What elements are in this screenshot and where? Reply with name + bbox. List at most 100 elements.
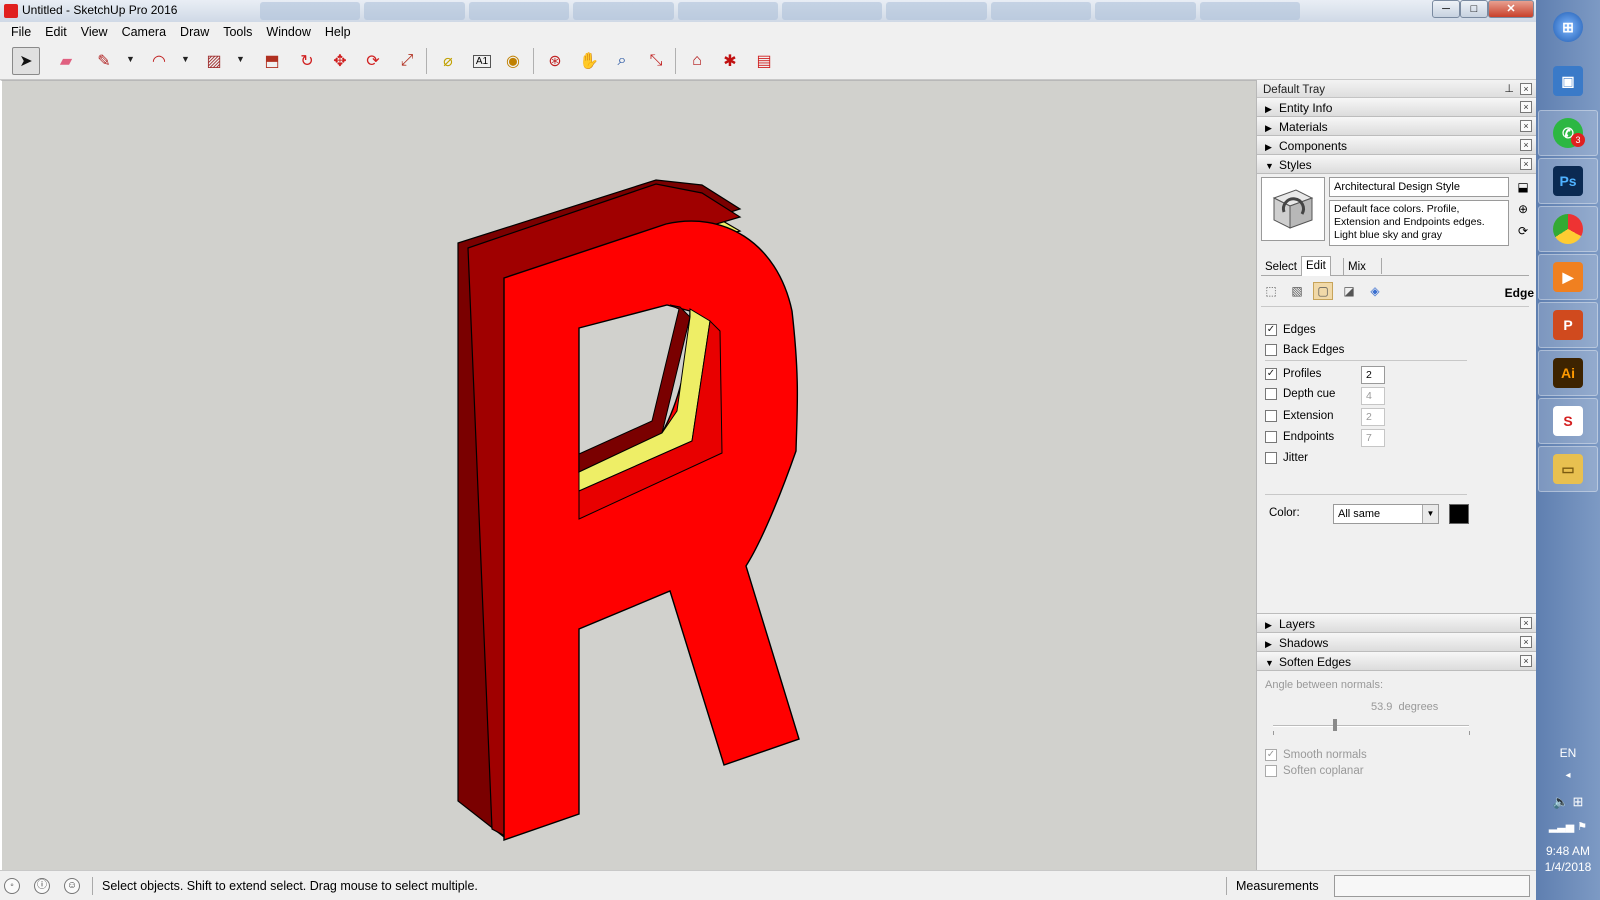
clock-time[interactable]: 9:48 AM [1536, 844, 1600, 858]
rotate-tool[interactable]: ⟳ [359, 47, 387, 75]
tape-measure-tool[interactable]: ⌀ [434, 47, 462, 75]
option-back-edges[interactable]: Back Edges [1265, 344, 1344, 356]
close-icon[interactable]: × [1520, 139, 1532, 151]
panel-shadows[interactable]: ▶ Shadows × [1257, 633, 1536, 652]
menu-edit[interactable]: Edit [38, 25, 74, 39]
angle-slider-track[interactable] [1273, 725, 1469, 727]
taskbar-powerpoint[interactable]: P [1538, 302, 1598, 348]
push-pull-tool[interactable]: ⬒ [258, 47, 286, 75]
style-name-field[interactable]: Architectural Design Style [1329, 177, 1509, 197]
close-icon[interactable]: × [1520, 120, 1532, 132]
close-icon[interactable]: × [1520, 617, 1532, 629]
chevron-down-icon[interactable]: ▼ [181, 54, 190, 64]
checkbox-smooth-normals[interactable]: ✓ [1265, 749, 1277, 761]
style-description-field[interactable]: Default face colors. Profile, Extension … [1329, 200, 1509, 246]
network-icon[interactable]: ▂▃▅ ⚑ [1536, 820, 1600, 833]
drawing-viewport[interactable] [0, 80, 1256, 870]
checkbox-endpoints[interactable] [1265, 431, 1277, 443]
tab-edit[interactable]: Edit [1301, 256, 1331, 276]
pencil-tool[interactable]: ✎ [90, 47, 118, 75]
geo-location-icon[interactable]: ◦ [4, 878, 20, 894]
clock-date[interactable]: 1/4/2018 [1536, 860, 1600, 874]
option-profiles[interactable]: ✓ Profiles [1265, 368, 1321, 380]
checkbox-depth-cue[interactable] [1265, 388, 1277, 400]
paint-bucket-tool[interactable]: ◉ [499, 47, 527, 75]
tray-close-button[interactable]: × [1520, 83, 1532, 95]
menu-help[interactable]: Help [318, 25, 358, 39]
close-button[interactable]: ✕ [1488, 0, 1534, 18]
offset-tool[interactable]: ↻ [293, 47, 321, 75]
create-style-icon[interactable]: ⊕ [1515, 202, 1531, 216]
system-tray-icons[interactable]: 🔈 ⊞ [1536, 794, 1600, 810]
taskbar-computer[interactable]: ▣ [1538, 58, 1598, 104]
select-tool[interactable]: ➤ [12, 47, 40, 75]
panel-materials[interactable]: ▶ Materials × [1257, 117, 1536, 136]
update-style-icon[interactable]: ⟳ [1515, 224, 1531, 238]
taskbar-photoshop[interactable]: Ps [1538, 158, 1598, 204]
orbit-tool[interactable]: ⊛ [541, 47, 569, 75]
measurements-input[interactable] [1334, 875, 1530, 897]
option-soften-coplanar[interactable]: Soften coplanar [1265, 765, 1364, 777]
eraser-tool[interactable]: ▰ [52, 47, 80, 75]
move-tool[interactable]: ✥ [326, 47, 354, 75]
pan-tool[interactable]: ✋ [575, 47, 603, 75]
panel-components[interactable]: ▶ Components × [1257, 136, 1536, 155]
taskbar-whatsapp[interactable]: ✆ 3 [1538, 110, 1598, 156]
option-edges[interactable]: ✓ Edges [1265, 324, 1316, 336]
credits-icon[interactable]: ⓘ [34, 878, 50, 894]
depth-cue-input[interactable]: 4 [1361, 387, 1385, 405]
panel-styles[interactable]: ▼ Styles × [1257, 155, 1536, 174]
user-account-icon[interactable]: ☺ [64, 878, 80, 894]
taskbar-file-explorer[interactable]: ▭ [1538, 446, 1598, 492]
3d-warehouse-button[interactable]: ⌂ [683, 47, 711, 75]
taskbar-sketchup[interactable]: S [1538, 398, 1598, 444]
arc-tool[interactable]: ◠ [145, 47, 173, 75]
style-thumbnail[interactable] [1261, 177, 1325, 241]
zoom-tool[interactable]: ⌕ [608, 47, 636, 75]
scale-tool[interactable]: ⤢ [393, 47, 421, 75]
option-jitter[interactable]: Jitter [1265, 452, 1308, 464]
face-settings-icon[interactable]: ▧ [1287, 282, 1307, 300]
zoom-extents-tool[interactable]: ⤡ [642, 47, 670, 75]
menu-draw[interactable]: Draw [173, 25, 216, 39]
edge-color-swatch[interactable] [1449, 504, 1469, 524]
tab-select[interactable]: Select [1261, 258, 1301, 276]
taskbar-illustrator[interactable]: Ai [1538, 350, 1598, 396]
chevron-down-icon[interactable]: ▼ [126, 54, 135, 64]
panel-entity-info[interactable]: ▶ Entity Info × [1257, 98, 1536, 117]
edge-color-select[interactable]: All same ▼ [1333, 504, 1439, 524]
edge-settings-icon[interactable]: ⬚ [1261, 282, 1281, 300]
endpoints-input[interactable]: 7 [1361, 429, 1385, 447]
menu-window[interactable]: Window [259, 25, 317, 39]
angle-slider-thumb[interactable] [1333, 719, 1337, 731]
show-hidden-icons[interactable]: ◂ [1536, 770, 1600, 781]
taskbar-media-player[interactable]: ▶ [1538, 254, 1598, 300]
minimize-button[interactable]: ─ [1432, 0, 1460, 18]
maximize-button[interactable]: □ [1460, 0, 1488, 18]
checkbox-soften-coplanar[interactable] [1265, 765, 1277, 777]
background-settings-icon[interactable]: ▢ [1313, 282, 1333, 300]
tab-mix[interactable]: Mix [1343, 258, 1370, 276]
checkbox-back-edges[interactable] [1265, 344, 1277, 356]
panel-soften-edges[interactable]: ▼ Soften Edges × [1257, 652, 1536, 671]
modeling-settings-icon[interactable]: ◈ [1365, 282, 1385, 300]
save-style-icon[interactable]: ⬓ [1515, 180, 1531, 194]
extension-warehouse-button[interactable]: ✱ [716, 47, 744, 75]
start-button[interactable]: ⊞ [1538, 4, 1598, 50]
chevron-down-icon[interactable]: ▼ [1422, 505, 1438, 523]
extension-input[interactable]: 2 [1361, 408, 1385, 426]
option-smooth-normals[interactable]: ✓ Smooth normals [1265, 749, 1367, 761]
language-indicator[interactable]: EN [1536, 746, 1600, 760]
menu-view[interactable]: View [74, 25, 115, 39]
menu-tools[interactable]: Tools [216, 25, 259, 39]
option-endpoints[interactable]: Endpoints [1265, 431, 1334, 443]
watermark-settings-icon[interactable]: ◪ [1339, 282, 1359, 300]
layout-button[interactable]: ▤ [750, 47, 778, 75]
pin-icon[interactable]: ⊥ [1504, 82, 1514, 95]
checkbox-edges[interactable]: ✓ [1265, 324, 1277, 336]
rectangle-tool[interactable]: ▨ [200, 47, 228, 75]
close-icon[interactable]: × [1520, 655, 1532, 667]
close-icon[interactable]: × [1520, 101, 1532, 113]
checkbox-profiles[interactable]: ✓ [1265, 368, 1277, 380]
chevron-down-icon[interactable]: ▼ [236, 54, 245, 64]
